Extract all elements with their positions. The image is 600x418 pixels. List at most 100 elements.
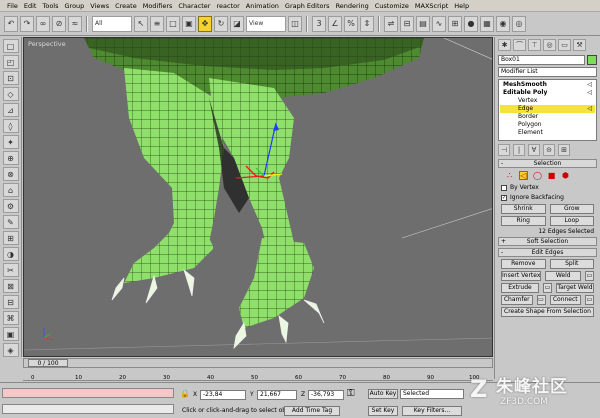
pivot-center-icon[interactable]: ◫ (288, 15, 302, 32)
edit-edges-rollout-header[interactable]: - Edit Edges (498, 248, 597, 257)
ring-button[interactable]: Ring (501, 216, 546, 226)
menu-rendering[interactable]: Rendering (333, 2, 372, 10)
menu-file[interactable]: File (4, 2, 21, 10)
insert-vertex-button[interactable]: Insert Vertex (501, 271, 542, 281)
menu-create[interactable]: Create (112, 2, 140, 10)
undo-icon[interactable]: ↶ (4, 15, 18, 32)
render-setup-icon[interactable]: ▦ (480, 15, 494, 32)
lock-icon[interactable]: 🔒 (180, 389, 190, 398)
chamfer-button[interactable]: Chamfer (501, 295, 533, 305)
tool-17-icon[interactable]: ⊟ (2, 295, 19, 309)
connect-button[interactable]: Connect (549, 295, 581, 305)
object-name-field[interactable]: Box01 (498, 55, 585, 65)
tool-1-icon[interactable]: □ (2, 39, 19, 53)
configure-sets-icon[interactable]: ⊞ (558, 144, 570, 156)
unlink-icon[interactable]: ⊘ (52, 15, 66, 32)
spinner-snap-icon[interactable]: ⇕ (360, 15, 374, 32)
tool-11-icon[interactable]: ⚙ (2, 199, 19, 213)
reference-coordinate-dropdown[interactable]: View (246, 15, 286, 32)
stack-item-edge[interactable]: Edge ◁ (500, 105, 595, 113)
material-editor-icon[interactable]: ● (464, 15, 478, 32)
remove-button[interactable]: Remove (501, 259, 546, 269)
show-end-result-icon[interactable]: | (513, 144, 525, 156)
select-by-name-icon[interactable]: ≡ (150, 15, 164, 32)
snap-toggle-icon[interactable]: 3 (312, 15, 326, 32)
time-slider[interactable]: 0 / 100 (23, 358, 493, 368)
x-coordinate-field[interactable]: -23,84 (200, 390, 246, 400)
pin-stack-icon[interactable]: ⊣ (498, 144, 510, 156)
object-color-swatch[interactable] (587, 55, 597, 65)
utilities-tab-icon[interactable]: ⚒ (573, 39, 586, 51)
extrude-button[interactable]: Extrude (501, 283, 539, 293)
tool-18-icon[interactable]: ⌘ (2, 311, 19, 325)
tool-5-icon[interactable]: ⊿ (2, 103, 19, 117)
menu-help[interactable]: Help (451, 2, 472, 10)
vertex-mode-icon[interactable]: ∴ (505, 171, 514, 180)
perspective-viewport[interactable]: Perspective (23, 37, 493, 357)
create-tab-icon[interactable]: ✱ (498, 39, 511, 51)
menu-views[interactable]: Views (87, 2, 112, 10)
menu-edit[interactable]: Edit (21, 2, 40, 10)
weld-settings-icon[interactable]: ▭ (585, 271, 594, 281)
tool-7-icon[interactable]: ✦ (2, 135, 19, 149)
tool-10-icon[interactable]: ⌂ (2, 183, 19, 197)
grow-button[interactable]: Grow (549, 204, 594, 214)
select-scale-icon[interactable]: ◪ (230, 15, 244, 32)
soft-selection-rollout-header[interactable]: + Soft Selection (498, 237, 597, 246)
tool-12-icon[interactable]: ✎ (2, 215, 19, 229)
shrink-button[interactable]: Shrink (501, 204, 546, 214)
menu-maxscript[interactable]: MAXScript (412, 2, 451, 10)
tool-16-icon[interactable]: ⊠ (2, 279, 19, 293)
select-move-icon[interactable]: ✥ (198, 15, 212, 32)
redo-icon[interactable]: ↷ (20, 15, 34, 32)
layer-manager-icon[interactable]: ▤ (416, 15, 430, 32)
remove-modifier-icon[interactable]: ⊝ (543, 144, 555, 156)
tool-13-icon[interactable]: ⊞ (2, 231, 19, 245)
stack-item-polygon[interactable]: Polygon (500, 121, 595, 129)
element-mode-icon[interactable]: ⬢ (561, 171, 570, 180)
polygon-mode-icon[interactable]: ■ (547, 171, 556, 180)
extrude-settings-icon[interactable]: ▭ (543, 283, 552, 293)
tool-8-icon[interactable]: ⊕ (2, 151, 19, 165)
tool-14-icon[interactable]: ◑ (2, 247, 19, 261)
hierarchy-tab-icon[interactable]: ⊤ (528, 39, 541, 51)
menu-modifiers[interactable]: Modifiers (140, 2, 176, 10)
selection-rollout-header[interactable]: - Selection (498, 159, 597, 168)
tool-2-icon[interactable]: ◰ (2, 55, 19, 69)
window-crossing-icon[interactable]: ▣ (182, 15, 196, 32)
menu-graph-editors[interactable]: Graph Editors (282, 2, 333, 10)
menu-group[interactable]: Group (62, 2, 88, 10)
link-icon[interactable]: ∞ (36, 15, 50, 32)
loop-button[interactable]: Loop (549, 216, 594, 226)
stack-item-editable-poly[interactable]: Editable Poly ◁ (500, 89, 595, 97)
mirror-icon[interactable]: ⇌ (384, 15, 398, 32)
edge-mode-icon[interactable]: ◁ (519, 171, 528, 180)
time-slider-knob[interactable]: 0 / 100 (28, 359, 68, 367)
auto-key-button[interactable]: Auto Key (368, 389, 398, 399)
modify-tab-icon[interactable]: ⌒ (513, 39, 526, 51)
key-filters-button[interactable]: Key Filters... (402, 406, 462, 416)
align-icon[interactable]: ⊟ (400, 15, 414, 32)
tool-20-icon[interactable]: ◈ (2, 343, 19, 357)
key-mode-dropdown[interactable]: Selected (400, 389, 464, 399)
stack-item-element[interactable]: Element (500, 129, 595, 137)
target-weld-button[interactable]: Target Weld (556, 283, 594, 293)
rect-selection-icon[interactable]: □ (166, 15, 180, 32)
menu-tools[interactable]: Tools (39, 2, 61, 10)
chamfer-settings-icon[interactable]: ▭ (536, 295, 546, 305)
menu-reactor[interactable]: reactor (213, 2, 242, 10)
curve-editor-icon[interactable]: ∿ (432, 15, 446, 32)
quick-render-icon[interactable]: ◉ (496, 15, 510, 32)
split-button[interactable]: Split (549, 259, 594, 269)
maxscript-prompt[interactable] (2, 404, 174, 414)
stack-item-border[interactable]: Border (500, 113, 595, 121)
make-unique-icon[interactable]: ∀ (528, 144, 540, 156)
z-coordinate-field[interactable]: -36,793 (308, 390, 344, 400)
menu-customize[interactable]: Customize (372, 2, 412, 10)
display-tab-icon[interactable]: ▭ (558, 39, 571, 51)
y-coordinate-field[interactable]: 21,667 (257, 390, 297, 400)
motion-tab-icon[interactable]: ◎ (543, 39, 556, 51)
tool-4-icon[interactable]: ◇ (2, 87, 19, 101)
viewport-label[interactable]: Perspective (28, 40, 66, 48)
maxscript-listener[interactable] (2, 388, 174, 398)
